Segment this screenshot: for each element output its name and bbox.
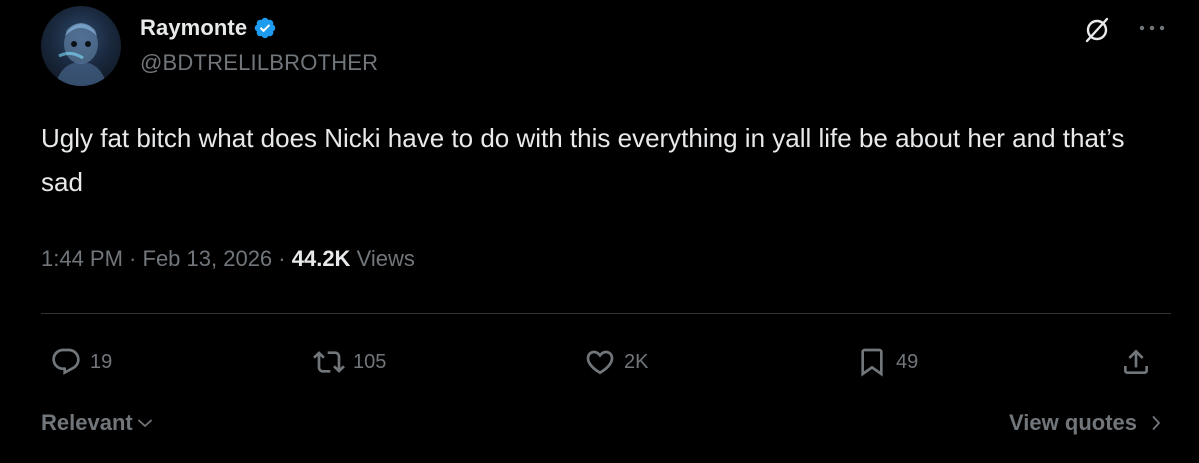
repost-button[interactable]: 105 bbox=[313, 344, 386, 380]
sort-replies-dropdown[interactable]: Relevant bbox=[41, 410, 154, 436]
share-button[interactable] bbox=[1120, 344, 1152, 380]
more-button[interactable] bbox=[1134, 14, 1170, 42]
reply-icon bbox=[52, 348, 80, 375]
reply-button[interactable]: 19 bbox=[50, 344, 112, 380]
bookmark-count: 49 bbox=[896, 350, 919, 373]
meta-separator: · bbox=[272, 246, 292, 271]
avatar-image bbox=[55, 23, 107, 86]
author-name-row: Raymonte bbox=[140, 14, 277, 42]
bookmark-button[interactable]: 49 bbox=[856, 344, 918, 380]
grok-button[interactable] bbox=[1083, 16, 1111, 44]
chevron-right-icon bbox=[1152, 416, 1160, 430]
meta-separator: · bbox=[122, 246, 143, 271]
more-icon bbox=[1139, 25, 1165, 31]
verified-badge-icon[interactable] bbox=[253, 16, 277, 40]
avatar[interactable] bbox=[41, 6, 121, 86]
repost-icon bbox=[313, 351, 345, 373]
author-display-name[interactable]: Raymonte bbox=[140, 15, 247, 41]
share-icon bbox=[1124, 349, 1148, 374]
tweet-text: Ugly fat bitch what does Nicki have to d… bbox=[41, 123, 1125, 197]
bookmark-icon bbox=[861, 348, 883, 377]
author-handle[interactable]: @BDTRELILBROTHER bbox=[140, 50, 378, 76]
views-count[interactable]: 44.2K bbox=[292, 246, 351, 271]
tweet-meta: 1:44 PM · Feb 13, 2026 · 44.2K Views bbox=[41, 246, 415, 272]
chevron-down-icon bbox=[137, 419, 152, 427]
grok-icon bbox=[1085, 17, 1109, 43]
sort-label: Relevant bbox=[41, 410, 133, 435]
tweet-time[interactable]: 1:44 PM bbox=[41, 246, 123, 271]
view-quotes-label: View quotes bbox=[1009, 410, 1137, 435]
heart-icon bbox=[586, 350, 614, 375]
reply-count: 19 bbox=[90, 350, 113, 373]
repost-count: 105 bbox=[353, 350, 387, 373]
divider bbox=[41, 313, 1171, 314]
like-button[interactable]: 2K bbox=[584, 344, 648, 380]
views-label: Views bbox=[356, 246, 415, 271]
view-quotes-link[interactable]: View quotes bbox=[1009, 410, 1165, 436]
like-count: 2K bbox=[624, 350, 649, 373]
tweet-date[interactable]: Feb 13, 2026 bbox=[143, 246, 273, 271]
